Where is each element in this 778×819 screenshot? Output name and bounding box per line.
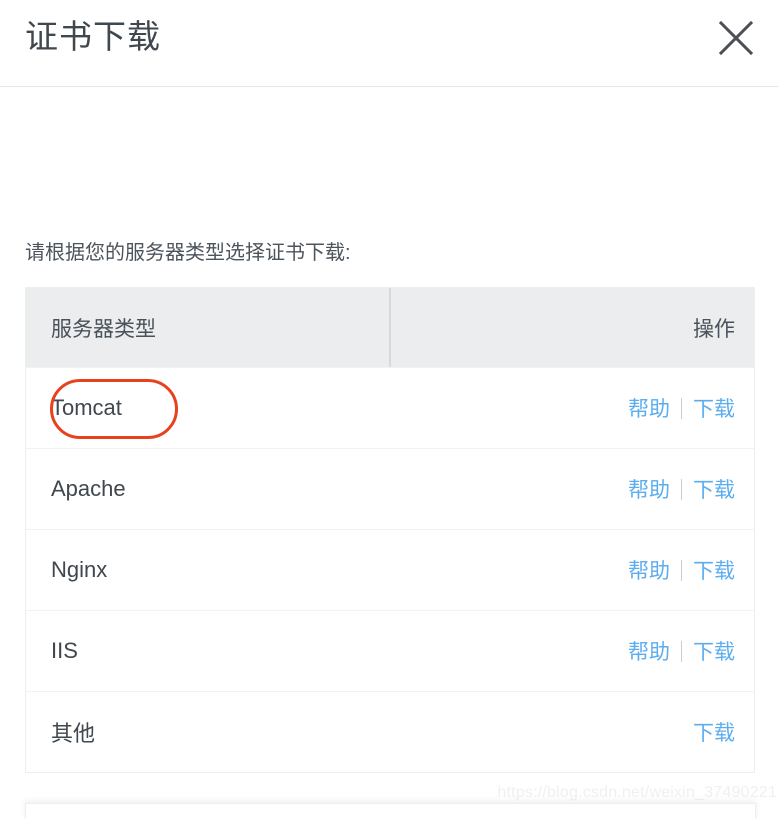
table-row: Nginx 帮助 下载	[26, 529, 754, 610]
table-row: Tomcat 帮助 下载	[26, 367, 754, 448]
close-icon	[717, 19, 755, 57]
dialog-header: 证书下载	[0, 0, 778, 87]
download-link[interactable]: 下载	[682, 393, 735, 423]
bottom-panel	[25, 803, 756, 819]
cell-action: 帮助 下载	[456, 393, 754, 423]
download-link[interactable]: 下载	[682, 636, 735, 666]
close-button[interactable]	[710, 12, 762, 64]
certificate-download-table: 服务器类型 操作 Tomcat 帮助 下载 Apache 帮助 下载 Nginx…	[25, 287, 755, 773]
cell-server-type: IIS	[51, 638, 78, 663]
cell-action: 下载	[456, 717, 754, 747]
cell-action: 帮助 下载	[456, 555, 754, 585]
cell-server-type: Nginx	[51, 557, 108, 582]
cell-server-type: Apache	[51, 476, 126, 501]
instruction-text: 请根据您的服务器类型选择证书下载:	[25, 242, 351, 264]
table-row: IIS 帮助 下载	[26, 610, 754, 691]
help-link[interactable]: 帮助	[617, 636, 681, 666]
column-header-server-type: 服务器类型	[51, 317, 156, 341]
help-link[interactable]: 帮助	[617, 555, 681, 585]
help-link[interactable]: 帮助	[617, 393, 681, 423]
page-title: 证书下载	[25, 18, 161, 55]
cell-server-type: 其他	[51, 721, 96, 746]
download-link[interactable]: 下载	[682, 474, 735, 504]
help-link[interactable]: 帮助	[617, 474, 681, 504]
download-link[interactable]: 下载	[682, 717, 735, 747]
table-row: Apache 帮助 下载	[26, 448, 754, 529]
table-header-row: 服务器类型 操作	[26, 288, 754, 367]
column-header-action: 操作	[693, 317, 735, 341]
cell-action: 帮助 下载	[456, 636, 754, 666]
table-row: 其他 下载	[26, 691, 754, 772]
download-link[interactable]: 下载	[682, 555, 735, 585]
cell-action: 帮助 下载	[456, 474, 754, 504]
cell-server-type: Tomcat	[51, 395, 122, 420]
watermark-text: https://blog.csdn.net/weixin_37490221	[497, 784, 777, 801]
